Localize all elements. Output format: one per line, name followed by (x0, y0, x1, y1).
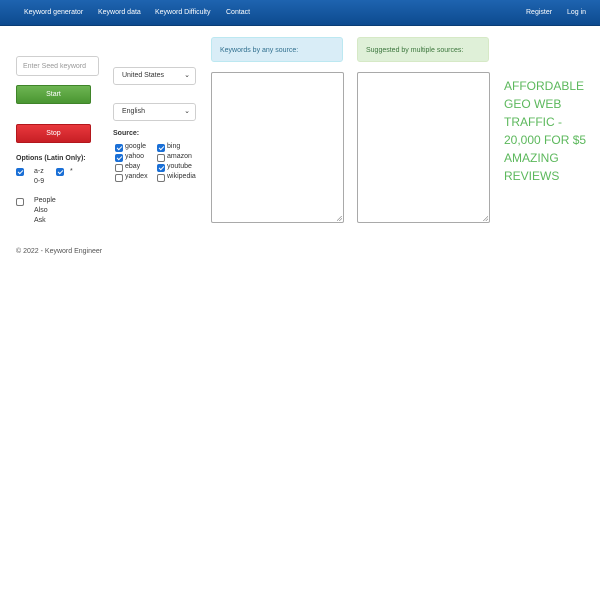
nav-keyword-data[interactable]: Keyword data (98, 9, 141, 16)
options-title: Options (Latin Only): (16, 155, 86, 162)
source-google-checkbox[interactable] (115, 144, 123, 152)
nav-keyword-generator[interactable]: Keyword generator (24, 9, 83, 16)
option-people-also-ask-checkbox[interactable] (16, 198, 24, 206)
advertisement-link[interactable]: AFFORDABLE GEO WEB TRAFFIC - 20,000 FOR … (504, 77, 596, 185)
source-amazon-label: amazon (167, 153, 192, 160)
source-ebay-label: ebay (125, 163, 141, 170)
chevron-down-icon: ⌄ (184, 108, 190, 115)
source-youtube-checkbox[interactable] (157, 164, 165, 172)
option-az-checkbox[interactable] (16, 168, 24, 176)
source-title: Source: (113, 130, 140, 137)
language-select[interactable]: English ⌄ (113, 103, 196, 121)
option-az-label-line2: 0-9 (34, 178, 45, 185)
option-star-checkbox[interactable] (56, 168, 64, 176)
nav-keyword-difficulty[interactable]: Keyword Difficulty (155, 9, 211, 16)
footer-copyright: © 2022 - Keyword Engineer (16, 248, 103, 255)
country-select-value: United States (122, 72, 165, 79)
paa-line1: People (34, 197, 56, 204)
paa-line2: Also (34, 207, 48, 214)
nav-login[interactable]: Log in (567, 9, 586, 16)
resize-grip-icon[interactable] (337, 216, 342, 221)
multiple-sources-header: Suggested by multiple sources: (357, 37, 489, 62)
option-people-also-ask-label: People Also Ask (34, 196, 56, 226)
source-wikipedia-label: wikipedia (167, 173, 196, 180)
chevron-down-icon: ⌄ (184, 72, 190, 79)
source-wikipedia-checkbox[interactable] (157, 174, 165, 182)
source-yandex-label: yandex (125, 173, 148, 180)
stop-button[interactable]: Stop (16, 124, 91, 143)
option-az-label-line1: a-z (34, 168, 44, 175)
multiple-sources-results-textarea[interactable] (357, 72, 490, 223)
option-az-label: a-z 0-9 (34, 167, 44, 187)
source-youtube-label: youtube (167, 163, 192, 170)
paa-line3: Ask (34, 217, 46, 224)
seed-keyword-input[interactable] (16, 56, 99, 76)
option-star-label: * (70, 168, 73, 175)
language-select-value: English (122, 108, 145, 115)
resize-grip-icon[interactable] (483, 216, 488, 221)
source-bing-checkbox[interactable] (157, 144, 165, 152)
source-amazon-checkbox[interactable] (157, 154, 165, 162)
source-google-label: google (125, 143, 147, 150)
country-select[interactable]: United States ⌄ (113, 67, 196, 85)
top-navbar: Keyword generator Keyword data Keyword D… (0, 0, 600, 26)
source-yahoo-label: yahoo (125, 153, 145, 160)
any-source-header: Keywords by any source: (211, 37, 343, 62)
source-yahoo-checkbox[interactable] (115, 154, 123, 162)
nav-register[interactable]: Register (526, 9, 552, 16)
start-button[interactable]: Start (16, 85, 91, 104)
any-source-results-textarea[interactable] (211, 72, 344, 223)
source-ebay-checkbox[interactable] (115, 164, 123, 172)
source-yandex-checkbox[interactable] (115, 174, 123, 182)
source-bing-label: bing (167, 143, 181, 150)
nav-contact[interactable]: Contact (226, 9, 250, 16)
